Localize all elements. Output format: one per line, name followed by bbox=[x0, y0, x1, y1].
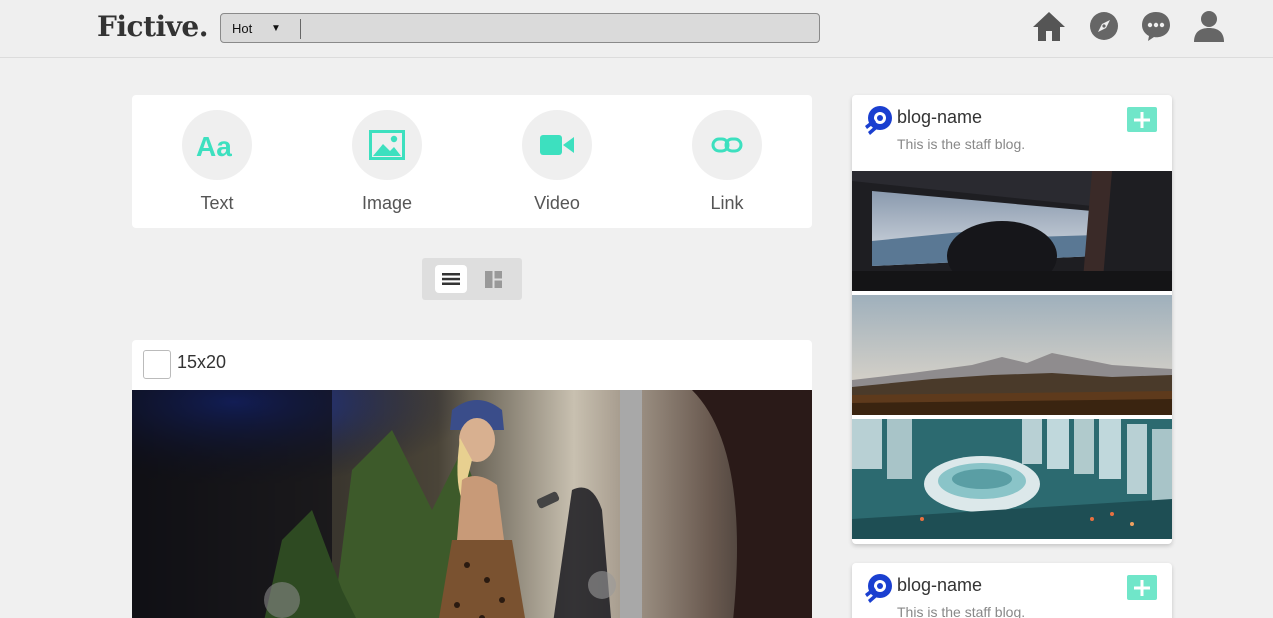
post-type-selector: Aa Text Image Video Link bbox=[132, 95, 812, 228]
blog-card: blog-name This is the staff blog. bbox=[852, 563, 1172, 618]
blog-thumbnail[interactable] bbox=[852, 295, 1172, 415]
blog-name[interactable]: blog-name bbox=[897, 107, 982, 128]
post-type-video[interactable]: Video bbox=[502, 110, 612, 214]
post-type-video-label: Video bbox=[534, 193, 580, 213]
blog-thumbnail[interactable] bbox=[852, 171, 1172, 291]
home-icon[interactable] bbox=[1031, 8, 1067, 44]
blog-name[interactable]: blog-name bbox=[897, 575, 982, 596]
explore-icon[interactable] bbox=[1086, 8, 1122, 44]
blog-avatar[interactable] bbox=[862, 572, 894, 604]
post-type-link[interactable]: Link bbox=[672, 110, 782, 214]
blog-description: This is the staff blog. bbox=[897, 604, 1026, 618]
chevron-down-icon: ▼ bbox=[271, 23, 281, 34]
search-input[interactable] bbox=[283, 17, 813, 39]
follow-button[interactable] bbox=[1127, 575, 1157, 600]
post-type-text-label: Text bbox=[200, 193, 234, 213]
blog-avatar[interactable] bbox=[862, 104, 894, 136]
list-icon bbox=[442, 273, 460, 285]
view-toggle bbox=[422, 258, 522, 300]
search-filter-value: Hot bbox=[232, 21, 253, 36]
follow-button[interactable] bbox=[1127, 107, 1157, 132]
link-icon bbox=[692, 110, 762, 180]
blog-card: blog-name This is the staff blog. bbox=[852, 95, 1172, 544]
post-type-image-label: Image bbox=[361, 193, 413, 213]
post-type-text[interactable]: Aa Text bbox=[162, 110, 272, 214]
post-card: 15x20 bbox=[132, 340, 812, 618]
image-icon bbox=[352, 110, 422, 180]
post-avatar[interactable] bbox=[143, 350, 171, 379]
chat-icon[interactable] bbox=[1138, 8, 1174, 44]
post-type-link-label: Link bbox=[710, 193, 744, 213]
search-bar[interactable]: Hot ▼ bbox=[220, 13, 820, 43]
app-logo[interactable]: Fictive. bbox=[97, 10, 208, 43]
account-icon[interactable] bbox=[1191, 8, 1227, 44]
list-view-button[interactable] bbox=[435, 265, 467, 293]
text-icon: Aa bbox=[182, 110, 252, 180]
post-type-image[interactable]: Image bbox=[332, 110, 442, 214]
svg-text:Aa: Aa bbox=[196, 131, 232, 160]
plus-icon bbox=[1134, 579, 1150, 596]
video-icon bbox=[522, 110, 592, 180]
blog-thumbnail[interactable] bbox=[852, 419, 1172, 539]
post-photo[interactable] bbox=[132, 390, 812, 618]
post-title: 15x20 bbox=[177, 352, 227, 372]
plus-icon bbox=[1134, 111, 1150, 128]
grid-icon bbox=[484, 270, 502, 288]
top-navigation-bar: Fictive. Hot ▼ bbox=[0, 0, 1273, 58]
grid-view-button[interactable] bbox=[477, 265, 509, 293]
blog-description: This is the staff blog. bbox=[897, 136, 1026, 152]
